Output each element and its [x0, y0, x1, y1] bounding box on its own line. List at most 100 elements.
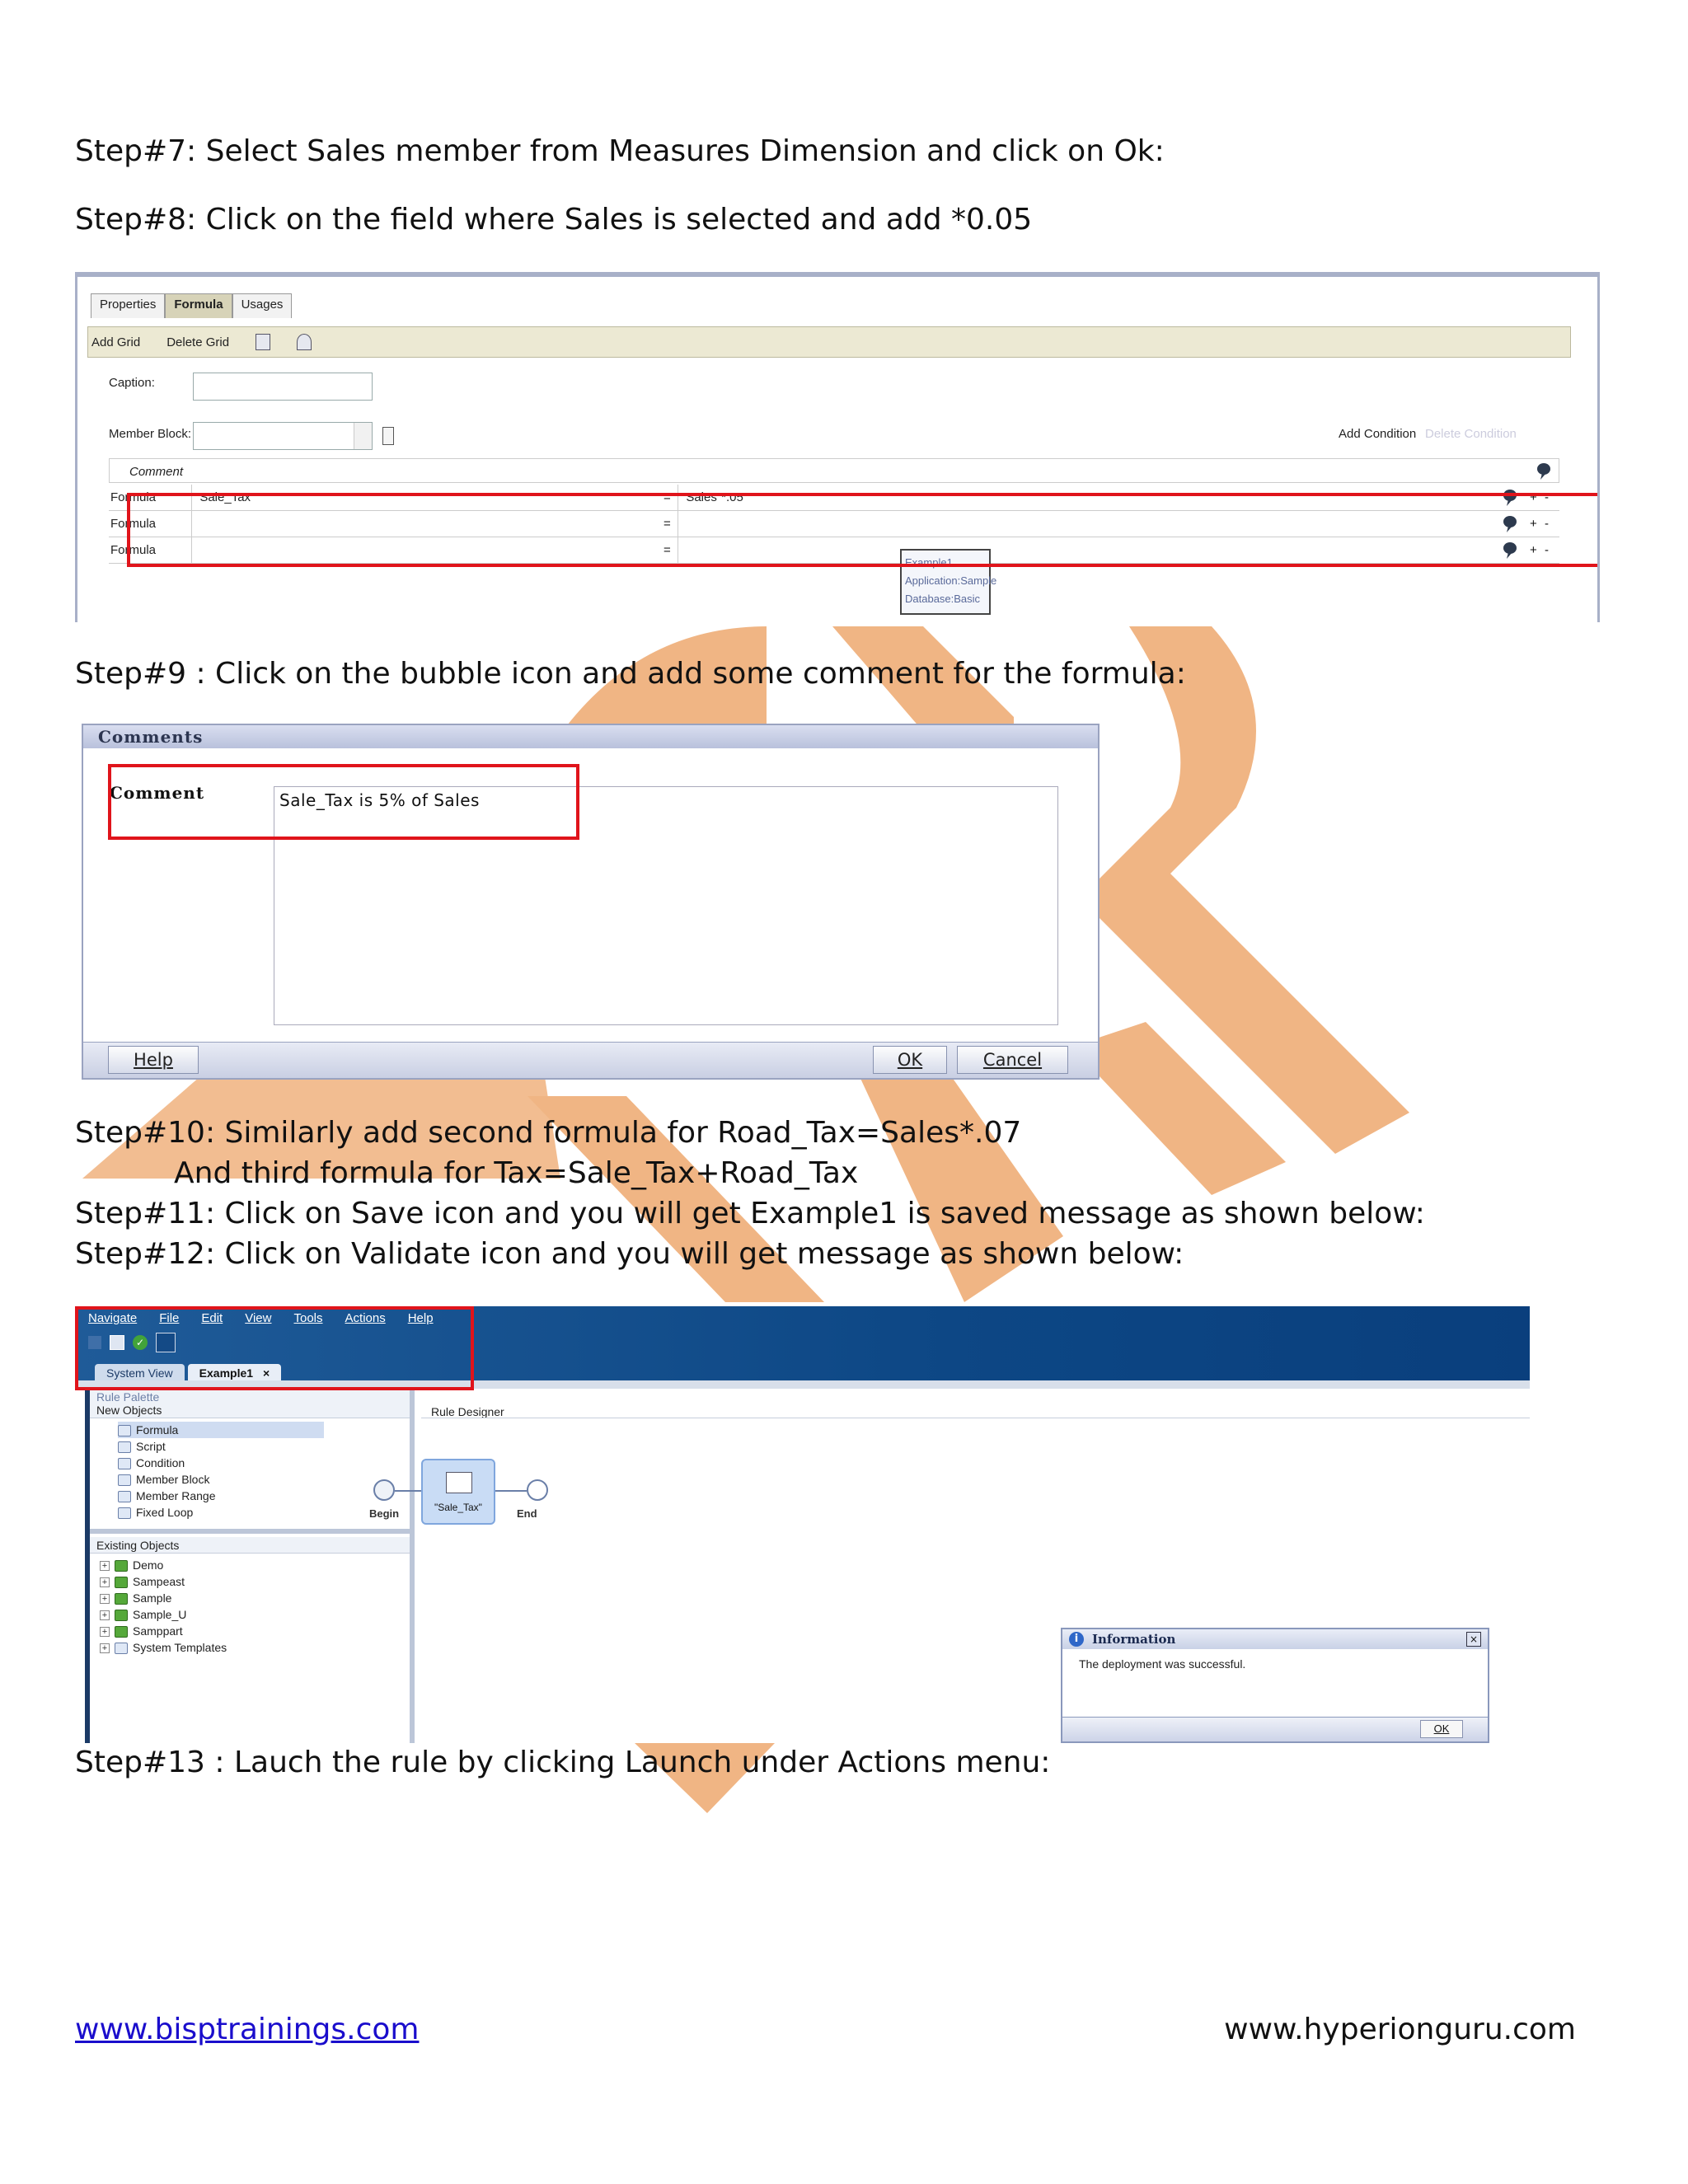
member-block-label: Member Block: — [109, 427, 192, 441]
palette-item-member-block[interactable]: Member Block — [118, 1471, 209, 1488]
script-icon — [118, 1441, 131, 1454]
tree-item-label: Sampeast — [133, 1575, 185, 1588]
new-objects-header: New Objects — [90, 1402, 410, 1418]
end-label: End — [517, 1507, 537, 1520]
application-icon — [115, 1593, 128, 1605]
rule-palette: Rule Palette New Objects Formula Script … — [85, 1389, 415, 1743]
caption-input[interactable] — [193, 373, 373, 401]
condition-icon — [118, 1458, 131, 1470]
expand-icon[interactable]: + — [100, 1610, 110, 1621]
tab-usages[interactable]: Usages — [232, 293, 293, 318]
tab-formula[interactable]: Formula — [165, 293, 232, 318]
formula-editor-screenshot: Properties Formula Usages Add Grid Delet… — [75, 272, 1600, 622]
info-icon: i — [1069, 1632, 1084, 1647]
expand-icon[interactable]: + — [100, 1643, 110, 1654]
tooltip-line: Database:Basic — [905, 593, 981, 605]
dialog-title: Comments — [83, 725, 1098, 748]
close-icon[interactable]: × — [1466, 1632, 1481, 1647]
tree-item[interactable]: + Sample — [100, 1590, 171, 1606]
rule-designer-title: Rule Designer — [431, 1405, 504, 1418]
comments-dialog: Comments Comment Sale_Tax is 5% of Sales… — [82, 724, 1100, 1080]
step-8-text: Step#8: Click on the field where Sales i… — [75, 203, 1033, 237]
palette-item-label: Condition — [136, 1456, 185, 1469]
delete-grid-button[interactable]: Delete Grid — [166, 335, 229, 349]
function-selector-icon[interactable] — [297, 334, 312, 350]
member-block-input[interactable] — [193, 422, 373, 450]
rule-designer-screenshot: Navigate File Edit View Tools Actions He… — [75, 1306, 1530, 1743]
tree-item[interactable]: + Samppart — [100, 1623, 183, 1639]
palette-item-formula[interactable]: Formula — [118, 1422, 324, 1438]
expand-icon[interactable]: + — [100, 1577, 110, 1588]
formula-icon — [118, 1425, 131, 1437]
application-icon — [115, 1610, 128, 1622]
help-button[interactable]: Help — [108, 1046, 199, 1074]
palette-item-condition[interactable]: Condition — [118, 1455, 185, 1471]
dialog-footer: Help OK Cancel — [83, 1042, 1098, 1078]
tree-item[interactable]: + Demo — [100, 1557, 163, 1573]
step-11-text: Step#11: Click on Save icon and you will… — [75, 1197, 1425, 1230]
footer-text-hyperionguru: www.hyperionguru.com — [1224, 2013, 1576, 2046]
formula-node[interactable]: "Sale_Tax" — [421, 1459, 495, 1525]
begin-node-icon[interactable] — [373, 1479, 395, 1501]
application-icon — [115, 1560, 128, 1572]
palette-splitter[interactable] — [90, 1529, 410, 1534]
tree-item-label: Sample_U — [133, 1608, 187, 1621]
grid-header-row: Comment — [109, 458, 1559, 483]
palette-item-label: Formula — [136, 1423, 179, 1436]
palette-item-script[interactable]: Script — [118, 1438, 166, 1455]
formula-tabs: Properties Formula Usages — [91, 293, 293, 318]
cancel-button[interactable]: Cancel — [957, 1046, 1068, 1074]
member-range-icon — [118, 1491, 131, 1503]
fixed-loop-icon — [118, 1507, 131, 1520]
application-icon — [115, 1577, 128, 1589]
tree-item[interactable]: + Sampeast — [100, 1573, 185, 1590]
copy-icon[interactable] — [382, 427, 394, 445]
tree-item-label: System Templates — [133, 1641, 227, 1654]
expand-icon[interactable]: + — [100, 1627, 110, 1638]
begin-label: Begin — [369, 1507, 400, 1520]
end-node-icon[interactable] — [527, 1479, 548, 1501]
tab-properties[interactable]: Properties — [91, 293, 166, 318]
formula-toolbar: Add Grid Delete Grid — [87, 326, 1571, 358]
palette-item-member-range[interactable]: Member Range — [118, 1488, 216, 1504]
tooltip-line: Application:Sample — [905, 574, 997, 587]
delete-condition-link[interactable]: Delete Condition — [1425, 427, 1517, 441]
tree-item-label: Samppart — [133, 1624, 183, 1638]
add-grid-button[interactable]: Add Grid — [91, 335, 140, 349]
palette-item-label: Member Range — [136, 1489, 216, 1502]
step-12-text: Step#12: Click on Validate icon and you … — [75, 1237, 1184, 1271]
templates-icon — [115, 1643, 128, 1655]
tree-item-label: Demo — [133, 1558, 164, 1572]
comment-bubble-icon[interactable] — [1536, 462, 1552, 480]
information-footer: OK — [1062, 1717, 1488, 1741]
highlight-box — [108, 764, 579, 840]
step-10-continued-text: And third formula for Tax=Sale_Tax+Road_… — [174, 1156, 859, 1190]
step-7-text: Step#7: Select Sales member from Measure… — [75, 134, 1165, 168]
tree-item[interactable]: + Sample_U — [100, 1606, 186, 1623]
member-selector-icon[interactable] — [256, 334, 271, 350]
caption-label: Caption: — [109, 376, 155, 390]
comment-header: Comment — [129, 465, 184, 479]
application-icon — [115, 1626, 128, 1638]
palette-item-label: Member Block — [136, 1473, 210, 1486]
palette-item-fixed-loop[interactable]: Fixed Loop — [118, 1504, 193, 1521]
information-dialog: Information i × The deployment was succe… — [1061, 1628, 1489, 1743]
palette-item-label: Script — [136, 1440, 166, 1453]
footer-link-bisptrainings[interactable]: www.bisptrainings.com — [75, 2013, 419, 2046]
member-block-icon — [118, 1474, 131, 1487]
flow-connector — [395, 1490, 424, 1492]
info-ok-button[interactable]: OK — [1420, 1720, 1463, 1738]
expand-icon[interactable]: + — [100, 1561, 110, 1572]
add-condition-link[interactable]: Add Condition — [1339, 427, 1416, 441]
expand-icon[interactable]: + — [100, 1594, 110, 1605]
formula-node-label: "Sale_Tax" — [434, 1502, 482, 1513]
member-block-dropdown-icon[interactable] — [354, 423, 372, 449]
palette-item-label: Fixed Loop — [136, 1506, 194, 1519]
step-13-text: Step#13 : Lauch the rule by clicking Lau… — [75, 1746, 1051, 1779]
information-title: Information — [1062, 1629, 1488, 1649]
step-9-text: Step#9 : Click on the bubble icon and ad… — [75, 657, 1186, 691]
tree-item[interactable]: + System Templates — [100, 1639, 227, 1656]
highlight-box — [75, 1306, 474, 1390]
tree-item-label: Sample — [133, 1591, 172, 1605]
ok-button[interactable]: OK — [873, 1046, 947, 1074]
